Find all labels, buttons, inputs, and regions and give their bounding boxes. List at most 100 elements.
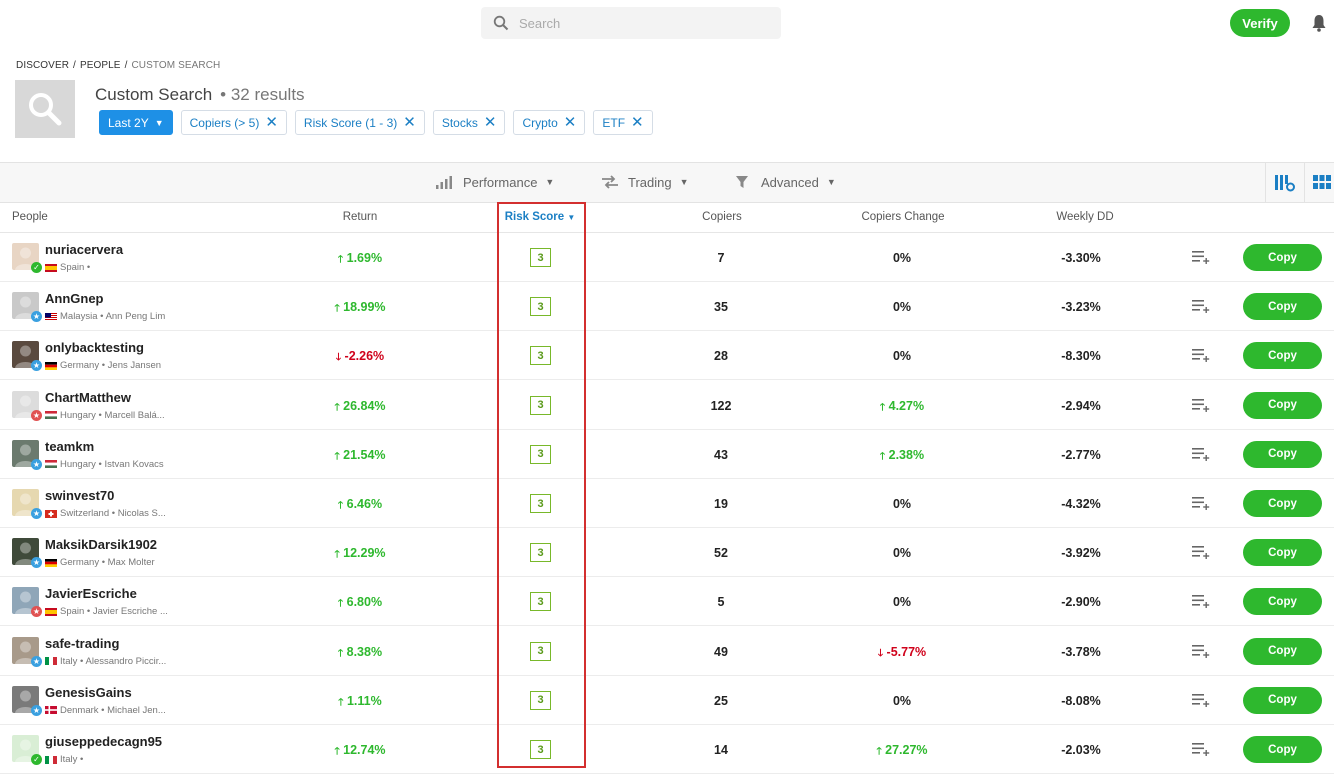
column-copiers-change[interactable]: Copiers Change	[861, 211, 944, 223]
username[interactable]: teamkm	[45, 439, 94, 454]
close-icon[interactable]: ✕	[265, 115, 278, 130]
username[interactable]: JavierEscriche	[45, 586, 137, 601]
add-to-list-icon[interactable]	[1192, 348, 1210, 363]
copy-button[interactable]: Copy	[1243, 293, 1322, 321]
copiers-change-value: 0%	[893, 349, 911, 363]
user-subtitle: Italy •	[60, 754, 84, 765]
return-text: 6.46%	[346, 497, 383, 511]
top-bar: Verify	[0, 0, 1334, 46]
period-dropdown[interactable]: Last 2Y ▼	[99, 110, 173, 135]
copiers-value: 49	[714, 644, 728, 659]
breadcrumb-custom-search: CUSTOM SEARCH	[131, 60, 221, 71]
return-value: 🡑 12.29%	[334, 546, 385, 564]
copiers-change-value: 🡑 27.27%	[876, 743, 927, 761]
username[interactable]: ChartMatthew	[45, 390, 131, 405]
username[interactable]: GenesisGains	[45, 685, 132, 700]
close-icon[interactable]: ✕	[484, 115, 497, 130]
arrow-down-icon: 🡓	[877, 647, 884, 659]
user-location: Hungary • Istvan Kovacs	[45, 459, 164, 470]
copy-button[interactable]: Copy	[1243, 440, 1322, 468]
chip-crypto[interactable]: Crypto ✕	[513, 110, 586, 135]
flag-it-icon	[45, 657, 57, 666]
search-input[interactable]	[519, 15, 759, 31]
weekly-dd-value: -2.90%	[1061, 595, 1101, 610]
copy-button[interactable]: Copy	[1243, 244, 1322, 271]
column-copiers[interactable]: Copiers	[702, 211, 742, 223]
column-risk-score[interactable]: Risk Score ▼	[505, 211, 576, 223]
copy-button[interactable]: Copy	[1243, 490, 1322, 517]
table-row[interactable]: ★ AnnGnep Malaysia • Ann Peng Lim 🡑 18.9…	[0, 282, 1334, 332]
username[interactable]: safe-trading	[45, 636, 119, 651]
chip-risk-score[interactable]: Risk Score (1 - 3) ✕	[294, 110, 425, 135]
username[interactable]: MaksikDarsik1902	[45, 537, 157, 552]
table-row[interactable]: ★ ChartMatthew Hungary • Marcell Balá...…	[0, 381, 1334, 430]
add-to-list-icon[interactable]	[1192, 447, 1210, 461]
username[interactable]: giuseppedecagn95	[45, 734, 162, 749]
flag-es-icon	[45, 263, 57, 272]
copy-button[interactable]: Copy	[1243, 391, 1322, 419]
table-row[interactable]: ✓ nuriacervera Spain • 🡑 1.69% 3 7 0% -3…	[0, 233, 1334, 282]
grid-view-icon[interactable]	[1313, 175, 1331, 189]
add-to-list-icon[interactable]	[1192, 693, 1210, 707]
chip-stocks[interactable]: Stocks ✕	[432, 110, 506, 135]
column-settings-button[interactable]	[1265, 163, 1305, 203]
breadcrumb-discover[interactable]: DISCOVER	[16, 60, 69, 71]
add-to-list-icon[interactable]	[1192, 644, 1210, 658]
add-to-list-icon[interactable]	[1192, 545, 1210, 560]
add-to-list-icon[interactable]	[1192, 398, 1210, 412]
close-icon[interactable]: ✕	[564, 115, 577, 130]
chip-label: Copiers (> 5)	[189, 115, 260, 130]
username[interactable]: onlybacktesting	[45, 340, 144, 355]
search-box[interactable]	[481, 7, 781, 39]
verify-button[interactable]: Verify	[1230, 9, 1290, 37]
period-label: Last 2Y	[108, 115, 149, 130]
table-row[interactable]: ★ MaksikDarsik1902 Germany • Max Molter …	[0, 528, 1334, 578]
table-row[interactable]: ★ safe-trading Italy • Alessandro Piccir…	[0, 627, 1334, 676]
column-risk-label: Risk Score	[504, 211, 565, 223]
column-people[interactable]: People	[12, 211, 48, 223]
copiers-change-value: 0%	[893, 497, 911, 511]
add-to-list-icon[interactable]	[1192, 250, 1210, 264]
username[interactable]: nuriacervera	[45, 242, 123, 257]
arrow-down-icon: 🡓	[335, 352, 342, 364]
username[interactable]: swinvest70	[45, 488, 114, 503]
table-row[interactable]: ★ swinvest70 Switzerland • Nicolas S... …	[0, 479, 1334, 528]
breadcrumb-people[interactable]: PEOPLE	[80, 60, 121, 71]
return-text: 8.38%	[346, 644, 383, 659]
column-weekly-dd[interactable]: Weekly DD	[1056, 211, 1113, 223]
return-value: 🡑 21.54%	[334, 448, 385, 466]
add-to-list-icon[interactable]	[1192, 594, 1210, 609]
table-row[interactable]: ★ JavierEscriche Spain • Javier Escriche…	[0, 577, 1334, 627]
table-row[interactable]: ★ onlybacktesting Germany • Jens Jansen …	[0, 331, 1334, 381]
column-return[interactable]: Return	[343, 211, 378, 223]
close-icon[interactable]: ✕	[631, 115, 644, 130]
copy-button[interactable]: Copy	[1243, 686, 1322, 714]
flag-hu-icon	[45, 460, 57, 469]
add-to-list-icon[interactable]	[1192, 299, 1210, 314]
copy-button[interactable]: Copy	[1243, 736, 1322, 763]
table-row[interactable]: ✓ giuseppedecagn95 Italy • 🡑 12.74% 3 14…	[0, 725, 1334, 774]
add-to-list-icon[interactable]	[1192, 742, 1210, 756]
table-row[interactable]: ★ teamkm Hungary • Istvan Kovacs 🡑 21.54…	[0, 430, 1334, 479]
arrow-up-icon: 🡑	[879, 450, 886, 462]
chip-copiers[interactable]: Copiers (> 5) ✕	[180, 110, 287, 135]
tab-performance[interactable]: Performance ▼	[435, 174, 554, 190]
star-badge-icon: ★	[31, 508, 42, 519]
copy-button[interactable]: Copy	[1243, 539, 1322, 567]
copy-button[interactable]: Copy	[1243, 588, 1322, 616]
tab-trading[interactable]: Trading ▼	[600, 174, 689, 190]
chip-etf[interactable]: ETF ✕	[593, 110, 653, 135]
copy-button[interactable]: Copy	[1243, 637, 1322, 665]
username[interactable]: AnnGnep	[45, 291, 104, 306]
table-row[interactable]: ★ GenesisGains Denmark • Michael Jen... …	[0, 676, 1334, 725]
close-icon[interactable]: ✕	[403, 115, 416, 130]
tab-advanced[interactable]: Advanced ▼	[733, 174, 836, 190]
arrow-up-icon: 🡑	[879, 401, 886, 413]
copiers-change-value: 0%	[893, 595, 911, 609]
copy-button[interactable]: Copy	[1243, 342, 1322, 370]
return-text: 18.99%	[343, 300, 386, 315]
copiers-value: 14	[714, 743, 728, 757]
bell-icon[interactable]	[1311, 14, 1327, 32]
chip-label: Stocks	[441, 115, 478, 130]
add-to-list-icon[interactable]	[1192, 496, 1210, 510]
